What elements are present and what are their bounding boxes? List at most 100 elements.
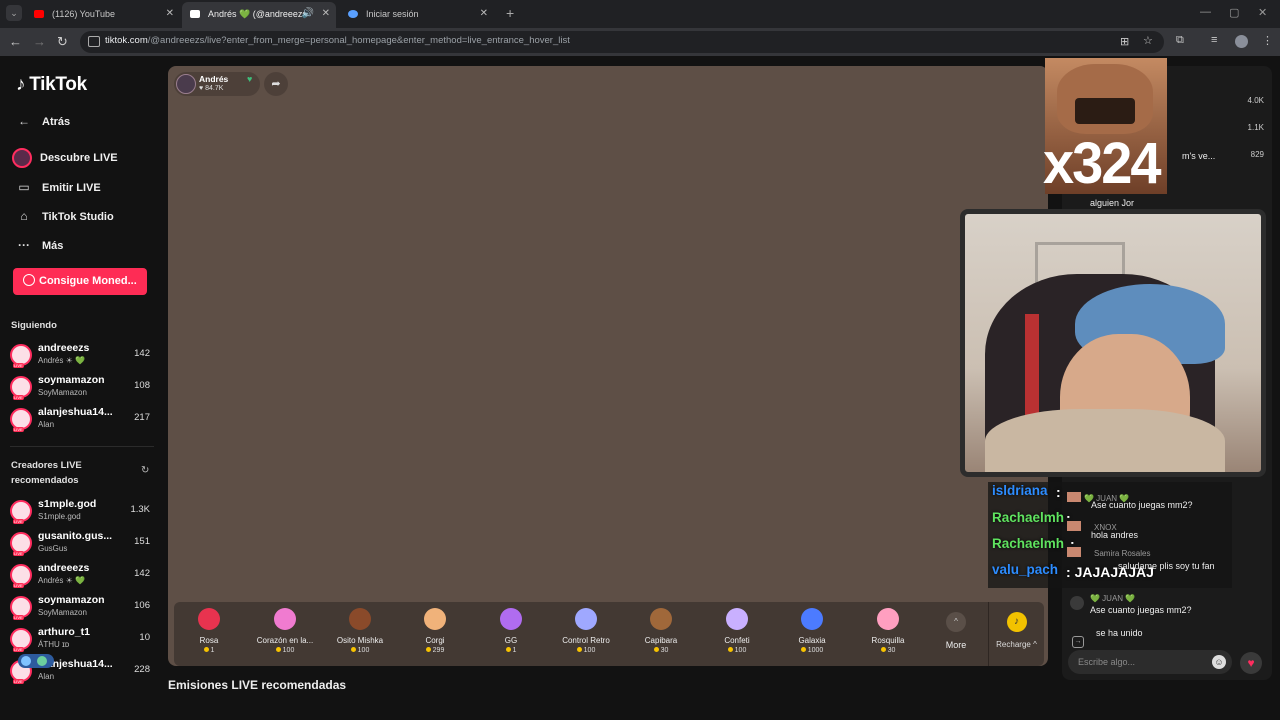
avatar [10,344,32,368]
url-host: tiktok.com [105,35,148,46]
gift-name: Galaxia [798,636,826,645]
recommended-account[interactable]: andreeezs Andrés ☀ 💚 142 [10,560,154,588]
speaker-icon[interactable]: 🔊 [302,2,314,26]
host-info[interactable]: Andrés ♥ 84.7K ♥ [174,72,260,96]
url-field[interactable]: tiktok.com/@andreeezs/live?enter_from_me… [80,31,1164,53]
live-avatar-icon [12,148,32,168]
media-control-icon[interactable]: ≡ [1211,34,1217,46]
gift-price: 100 [325,647,395,654]
tab-title: Andrés 💚 (@andreeezs [208,9,307,19]
account-name: arthuro_t1 [38,626,90,638]
avatar [10,596,32,620]
galaxy-icon [801,608,823,630]
reload-icon[interactable]: ↻ [57,34,68,50]
chevron-up-icon: ^ [946,612,966,632]
live-video-stage[interactable]: Andrés ♥ 84.7K ♥ ➦ [168,66,1048,666]
close-icon[interactable]: ✕ [322,2,330,26]
forward-arrow-icon[interactable]: → [33,34,46,49]
window-close-button[interactable]: ✕ [1258,6,1267,19]
nav-more[interactable]: ··· Más [16,238,63,252]
join-notice: se ha unido [1096,628,1143,638]
logo-text: TikTok [29,74,87,95]
more-dots-icon: ··· [18,238,30,252]
join-icon: → [1072,636,1084,648]
gift-rosa[interactable]: Rosa 1 [174,608,244,662]
emoji-icon[interactable]: ☺ [1212,655,1226,669]
divider [10,446,154,447]
tab-login[interactable]: Iniciar sesión ✕ [340,4,494,24]
minimize-button[interactable]: — [1200,6,1211,18]
gift-capibara[interactable]: Capibara 30 [626,608,696,662]
profile-avatar-icon[interactable] [1235,35,1248,48]
gift-name: GG [504,636,518,645]
recommended-title-line: recomendados [11,475,79,486]
gift-name: Rosquilla [871,636,905,645]
close-icon[interactable]: ✕ [480,4,488,24]
gg-icon [500,608,522,630]
recharge-button[interactable]: ♪ Recharge ^ [988,602,1044,666]
account-name: soymamazon [38,374,105,386]
steam-icon [348,10,358,18]
tts-name: isldriana [992,483,1048,498]
gift-name: Confeti [724,636,750,645]
coin-icon [23,274,35,286]
nav-go-live[interactable]: ▭ Emitir LIVE [16,180,100,194]
gift-osito-mishka[interactable]: Osito Mishka 100 [325,608,395,662]
following-account[interactable]: soymamazon SoyMamazon 108 [10,372,154,400]
get-coins-button[interactable]: Consigue Moned... [13,268,147,295]
tiktok-logo[interactable]: ♪ TikTok [16,74,87,96]
account-nickname: Alan [38,420,55,429]
gift-gg[interactable]: GG 1 [476,608,546,662]
nav-tiktok-studio[interactable]: ⌂ TikTok Studio [16,209,113,223]
tab-youtube[interactable]: (1126) YouTube ✕ [26,4,180,24]
translate-icon[interactable]: ⊞ [1120,35,1129,48]
tab-title: Iniciar sesión [366,9,419,19]
gift-control-retro[interactable]: Control Retro 100 [551,608,621,662]
browser-menu-icon[interactable]: ⋮ [1262,34,1273,47]
following-account[interactable]: alanjeshua14... Alan 217 [10,404,154,432]
tts-name: valu_pach [992,562,1059,577]
gift-confeti[interactable]: Confeti 100 [702,608,772,662]
gift-corazon[interactable]: Corazón en la... 100 [250,608,320,662]
flag-icon [1067,546,1081,557]
tab-search-button[interactable]: ⌄ [6,5,22,21]
nav-label: Más [42,240,64,252]
gift-price: 30 [853,647,923,654]
back-arrow-icon[interactable]: ← [9,34,22,49]
like-heart-button[interactable]: ♥ [1240,652,1262,674]
extensions-icon[interactable]: ⧉ [1176,34,1184,47]
new-tab-button[interactable]: + [506,5,514,21]
share-icon[interactable]: ➦ [264,72,288,96]
maximize-button[interactable]: ▢ [1229,6,1239,19]
corgi-icon [424,608,446,630]
avatar [10,564,32,588]
back-button[interactable]: ← Atrás [16,114,70,128]
tab-tiktok-live[interactable]: Andrés 💚 (@andreeezs 🔊 ✕ [182,2,336,28]
video-camera-icon: ▭ [18,180,30,194]
refresh-icon[interactable]: ↻ [141,465,149,476]
flag-icon [1067,491,1081,502]
recommended-account[interactable]: arthuro_t1 ÁTHU ɪᴅ 10 [10,624,154,652]
gift-combo-counter: x324 [1043,129,1162,196]
chat-input[interactable] [1078,654,1208,670]
recommended-account[interactable]: soymamazon SoyMamazon 106 [10,592,154,620]
bookmark-star-icon[interactable]: ☆ [1143,34,1153,47]
gift-corgi[interactable]: Corgi 299 [400,608,470,662]
recommended-account[interactable]: s1mple.god S1mple.god 1.3K [10,496,154,524]
extension-overlay-icon[interactable] [18,654,54,668]
more-gifts-button[interactable]: ^ More [936,608,976,650]
site-info-icon[interactable] [88,36,100,47]
tts-name-list: isldriana Rachaelmh Rachaelmh valu_pach [988,482,1064,586]
following-account[interactable]: andreeezs Andrés ☀ 💚 142 [10,340,154,368]
viewer-count: 142 [134,348,150,359]
gift-galaxia[interactable]: Galaxia 1000 [777,608,847,662]
overlay-chat-row: Samira Rosales [1067,543,1150,561]
recommended-account[interactable]: gusanito.gus... GusGus 151 [10,528,154,556]
close-icon[interactable]: ✕ [166,4,174,24]
home-icon: ⌂ [20,209,28,223]
gift-rosquilla[interactable]: Rosquilla 30 [853,608,923,662]
gift-name: Rosa [199,636,219,645]
rose-icon [198,608,220,630]
nav-discover-live[interactable]: Descubre LIVE [12,148,118,168]
account-nickname: S1mple.god [38,512,81,521]
